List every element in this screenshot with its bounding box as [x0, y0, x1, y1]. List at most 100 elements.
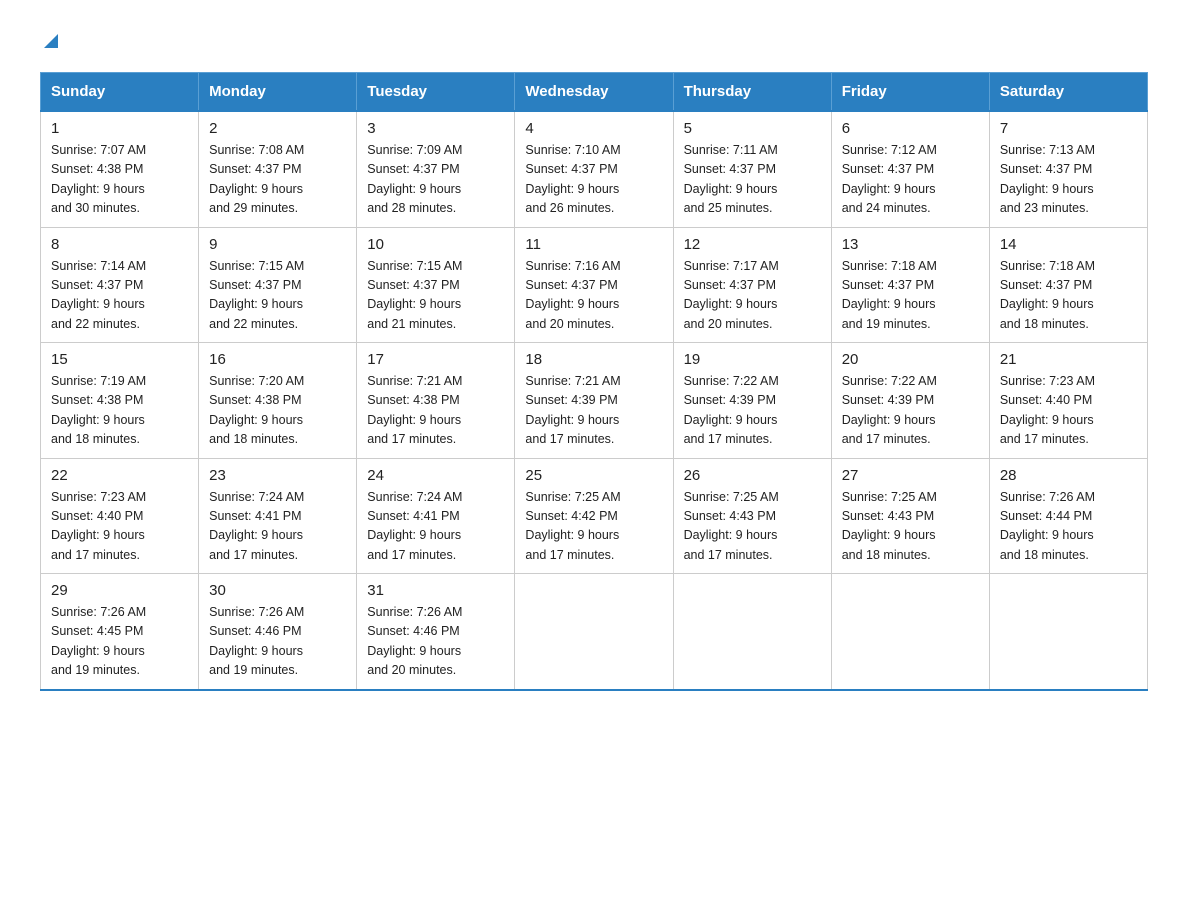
calendar-cell: 24 Sunrise: 7:24 AMSunset: 4:41 PMDayligh… [357, 458, 515, 574]
logo-triangle-icon [40, 30, 62, 52]
col-header-tuesday: Tuesday [357, 73, 515, 112]
calendar-cell: 25 Sunrise: 7:25 AMSunset: 4:42 PMDayligh… [515, 458, 673, 574]
calendar-week-row: 8 Sunrise: 7:14 AMSunset: 4:37 PMDaylight… [41, 227, 1148, 343]
day-info: Sunrise: 7:26 AMSunset: 4:46 PMDaylight:… [209, 603, 346, 681]
day-number: 24 [367, 467, 504, 484]
day-info: Sunrise: 7:15 AMSunset: 4:37 PMDaylight:… [209, 257, 346, 335]
day-number: 25 [525, 467, 662, 484]
col-header-friday: Friday [831, 73, 989, 112]
logo [40, 30, 62, 52]
day-info: Sunrise: 7:12 AMSunset: 4:37 PMDaylight:… [842, 141, 979, 219]
day-number: 4 [525, 120, 662, 137]
day-info: Sunrise: 7:18 AMSunset: 4:37 PMDaylight:… [842, 257, 979, 335]
day-number: 19 [684, 351, 821, 368]
day-number: 9 [209, 236, 346, 253]
calendar-cell: 23Sunrise: 7:24 AMSunset: 4:41 PMDayligh… [199, 458, 357, 574]
day-info: Sunrise: 7:26 AMSunset: 4:44 PMDaylight:… [1000, 488, 1137, 566]
day-number: 6 [842, 120, 979, 137]
day-info: Sunrise: 7:15 AMSunset: 4:37 PMDaylight:… [367, 257, 504, 335]
day-number: 22 [51, 467, 188, 484]
day-info: Sunrise: 7:21 AMSunset: 4:39 PMDaylight:… [525, 372, 662, 450]
day-info: Sunrise: 7:11 AMSunset: 4:37 PMDaylight:… [684, 141, 821, 219]
day-number: 30 [209, 582, 346, 599]
calendar-cell: 18 Sunrise: 7:21 AMSunset: 4:39 PMDayligh… [515, 343, 673, 459]
calendar-cell: 31 Sunrise: 7:26 AMSunset: 4:46 PMDayligh… [357, 574, 515, 690]
calendar-cell: 1 Sunrise: 7:07 AMSunset: 4:38 PMDaylight… [41, 111, 199, 227]
day-info: Sunrise: 7:07 AMSunset: 4:38 PMDaylight:… [51, 141, 188, 219]
calendar-cell: 17Sunrise: 7:21 AMSunset: 4:38 PMDayligh… [357, 343, 515, 459]
day-number: 13 [842, 236, 979, 253]
day-info: Sunrise: 7:24 AMSunset: 4:41 PMDaylight:… [367, 488, 504, 566]
day-info: Sunrise: 7:10 AMSunset: 4:37 PMDaylight:… [525, 141, 662, 219]
day-number: 2 [209, 120, 346, 137]
day-number: 20 [842, 351, 979, 368]
day-number: 16 [209, 351, 346, 368]
calendar-cell: 19 Sunrise: 7:22 AMSunset: 4:39 PMDayligh… [673, 343, 831, 459]
day-number: 8 [51, 236, 188, 253]
calendar-week-row: 29Sunrise: 7:26 AMSunset: 4:45 PMDayligh… [41, 574, 1148, 690]
calendar-cell: 7Sunrise: 7:13 AMSunset: 4:37 PMDaylight… [989, 111, 1147, 227]
calendar-cell: 11 Sunrise: 7:16 AMSunset: 4:37 PMDayligh… [515, 227, 673, 343]
calendar-cell: 26Sunrise: 7:25 AMSunset: 4:43 PMDayligh… [673, 458, 831, 574]
day-number: 10 [367, 236, 504, 253]
calendar-cell: 27Sunrise: 7:25 AMSunset: 4:43 PMDayligh… [831, 458, 989, 574]
calendar-header-row: SundayMondayTuesdayWednesdayThursdayFrid… [41, 73, 1148, 112]
day-info: Sunrise: 7:13 AMSunset: 4:37 PMDaylight:… [1000, 141, 1137, 219]
calendar-week-row: 22 Sunrise: 7:23 AMSunset: 4:40 PMDayligh… [41, 458, 1148, 574]
col-header-thursday: Thursday [673, 73, 831, 112]
col-header-sunday: Sunday [41, 73, 199, 112]
day-info: Sunrise: 7:20 AMSunset: 4:38 PMDaylight:… [209, 372, 346, 450]
day-info: Sunrise: 7:19 AMSunset: 4:38 PMDaylight:… [51, 372, 188, 450]
day-info: Sunrise: 7:17 AMSunset: 4:37 PMDaylight:… [684, 257, 821, 335]
calendar-cell: 21 Sunrise: 7:23 AMSunset: 4:40 PMDayligh… [989, 343, 1147, 459]
day-info: Sunrise: 7:22 AMSunset: 4:39 PMDaylight:… [842, 372, 979, 450]
day-number: 31 [367, 582, 504, 599]
day-info: Sunrise: 7:22 AMSunset: 4:39 PMDaylight:… [684, 372, 821, 450]
calendar-cell [831, 574, 989, 690]
calendar-cell: 8 Sunrise: 7:14 AMSunset: 4:37 PMDaylight… [41, 227, 199, 343]
day-number: 3 [367, 120, 504, 137]
calendar-cell: 12 Sunrise: 7:17 AMSunset: 4:37 PMDayligh… [673, 227, 831, 343]
day-number: 1 [51, 120, 188, 137]
calendar-cell [673, 574, 831, 690]
calendar-cell: 5Sunrise: 7:11 AMSunset: 4:37 PMDaylight… [673, 111, 831, 227]
day-number: 12 [684, 236, 821, 253]
calendar-cell: 2 Sunrise: 7:08 AMSunset: 4:37 PMDaylight… [199, 111, 357, 227]
calendar-cell [515, 574, 673, 690]
calendar-cell: 3 Sunrise: 7:09 AMSunset: 4:37 PMDaylight… [357, 111, 515, 227]
day-info: Sunrise: 7:09 AMSunset: 4:37 PMDaylight:… [367, 141, 504, 219]
day-number: 18 [525, 351, 662, 368]
day-number: 21 [1000, 351, 1137, 368]
day-info: Sunrise: 7:16 AMSunset: 4:37 PMDaylight:… [525, 257, 662, 335]
calendar-cell: 13 Sunrise: 7:18 AMSunset: 4:37 PMDayligh… [831, 227, 989, 343]
calendar-cell: 20 Sunrise: 7:22 AMSunset: 4:39 PMDayligh… [831, 343, 989, 459]
calendar-cell: 30 Sunrise: 7:26 AMSunset: 4:46 PMDayligh… [199, 574, 357, 690]
day-number: 23 [209, 467, 346, 484]
calendar-cell: 9 Sunrise: 7:15 AMSunset: 4:37 PMDaylight… [199, 227, 357, 343]
calendar-cell: 4 Sunrise: 7:10 AMSunset: 4:37 PMDaylight… [515, 111, 673, 227]
calendar-cell: 15Sunrise: 7:19 AMSunset: 4:38 PMDayligh… [41, 343, 199, 459]
day-info: Sunrise: 7:14 AMSunset: 4:37 PMDaylight:… [51, 257, 188, 335]
col-header-saturday: Saturday [989, 73, 1147, 112]
calendar-table: SundayMondayTuesdayWednesdayThursdayFrid… [40, 72, 1148, 691]
page-header [40, 30, 1148, 52]
calendar-cell [989, 574, 1147, 690]
day-info: Sunrise: 7:08 AMSunset: 4:37 PMDaylight:… [209, 141, 346, 219]
calendar-week-row: 1 Sunrise: 7:07 AMSunset: 4:38 PMDaylight… [41, 111, 1148, 227]
day-info: Sunrise: 7:23 AMSunset: 4:40 PMDaylight:… [1000, 372, 1137, 450]
calendar-cell: 14Sunrise: 7:18 AMSunset: 4:37 PMDayligh… [989, 227, 1147, 343]
day-number: 26 [684, 467, 821, 484]
calendar-cell: 6 Sunrise: 7:12 AMSunset: 4:37 PMDaylight… [831, 111, 989, 227]
calendar-cell: 22 Sunrise: 7:23 AMSunset: 4:40 PMDayligh… [41, 458, 199, 574]
day-info: Sunrise: 7:25 AMSunset: 4:42 PMDaylight:… [525, 488, 662, 566]
day-info: Sunrise: 7:21 AMSunset: 4:38 PMDaylight:… [367, 372, 504, 450]
day-number: 27 [842, 467, 979, 484]
day-info: Sunrise: 7:26 AMSunset: 4:46 PMDaylight:… [367, 603, 504, 681]
col-header-wednesday: Wednesday [515, 73, 673, 112]
day-number: 11 [525, 236, 662, 253]
day-info: Sunrise: 7:26 AMSunset: 4:45 PMDaylight:… [51, 603, 188, 681]
day-info: Sunrise: 7:18 AMSunset: 4:37 PMDaylight:… [1000, 257, 1137, 335]
calendar-cell: 10 Sunrise: 7:15 AMSunset: 4:37 PMDayligh… [357, 227, 515, 343]
day-info: Sunrise: 7:23 AMSunset: 4:40 PMDaylight:… [51, 488, 188, 566]
calendar-cell: 16 Sunrise: 7:20 AMSunset: 4:38 PMDayligh… [199, 343, 357, 459]
